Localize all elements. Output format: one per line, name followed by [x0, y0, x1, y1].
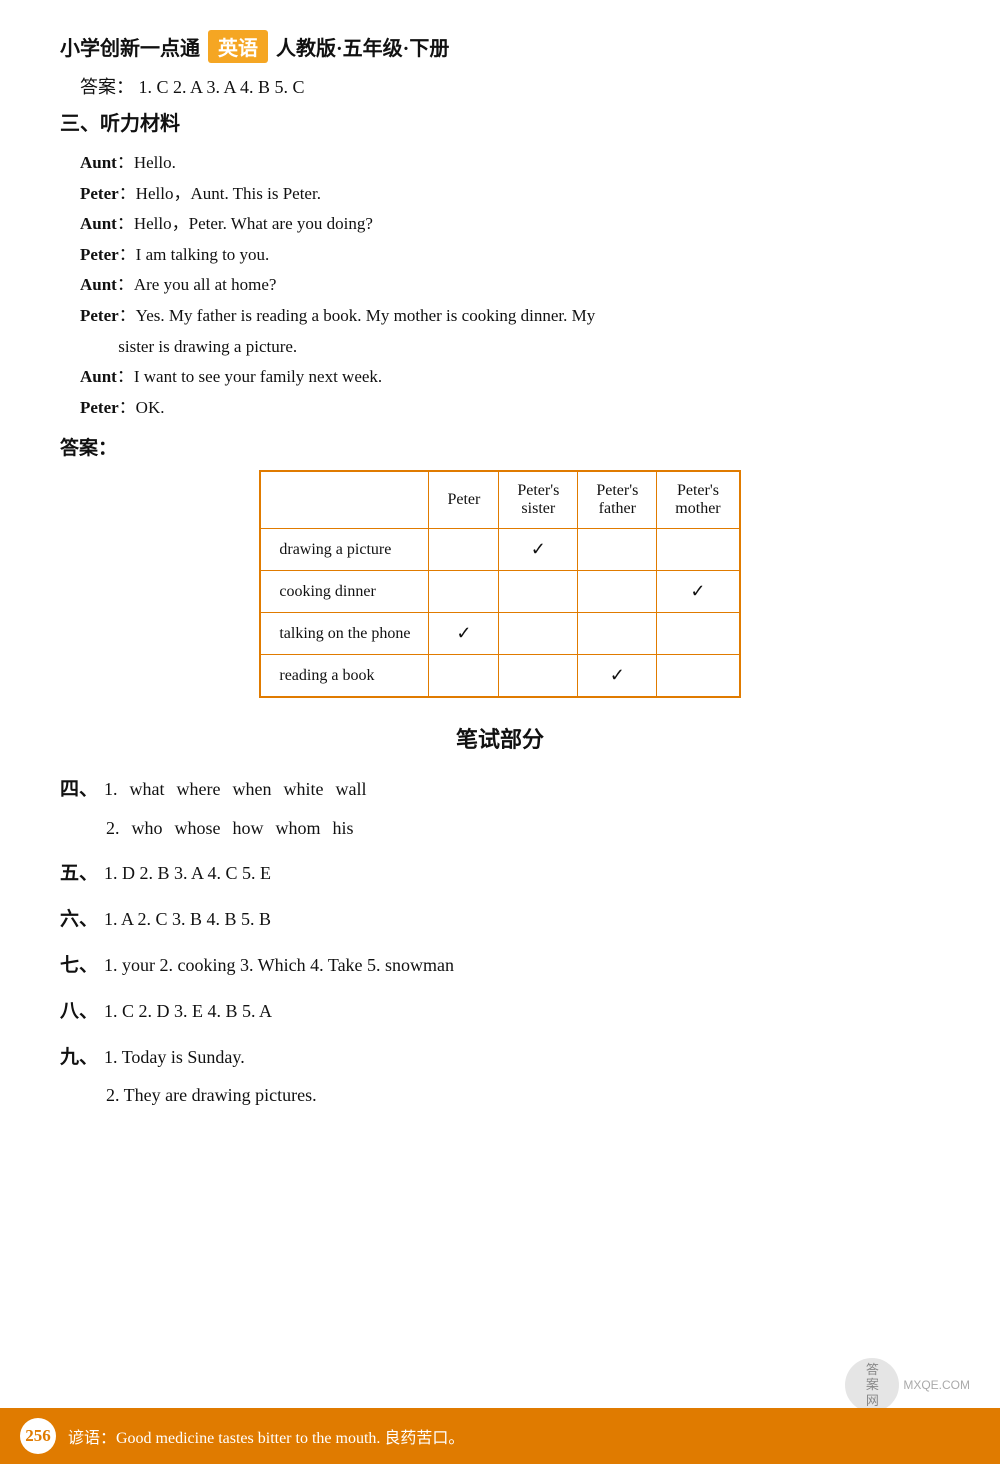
section-nine-line1: 九、 1. Today is Sunday.	[60, 1038, 940, 1078]
section-four: 四、 1. what where when white wall 2. who …	[60, 770, 940, 848]
dialogue-line-8: Peter：OK.	[80, 393, 940, 424]
answer-top-content: 1. C 2. A 3. A 4. B 5. C	[139, 77, 305, 97]
section-four-line2-num: 2.	[106, 810, 120, 848]
cell-cooking-mother: ✓	[657, 571, 740, 613]
section-nine-line2-content: 2. They are drawing pictures.	[106, 1077, 317, 1115]
table-wrapper: Peter Peter'ssister Peter'sfather Peter'…	[60, 470, 940, 698]
section-seven-label: 七、	[60, 946, 98, 986]
table-row: drawing a picture ✓	[260, 529, 739, 571]
section-six: 六、 1. A 2. C 3. B 4. B 5. B	[60, 900, 940, 940]
edition-label: 人教版·五年级·下册	[276, 32, 449, 61]
answer-top: 答案： 1. C 2. A 3. A 4. B 5. C	[80, 73, 940, 99]
word-wall: wall	[336, 771, 367, 809]
cell-cooking-sister	[499, 571, 578, 613]
section-five-content: 1. D 2. B 3. A 4. C 5. E	[104, 855, 271, 893]
cell-drawing-mother	[657, 529, 740, 571]
bottom-bar: 256 谚语：Good medicine tastes bitter to th…	[0, 1408, 1000, 1464]
cell-reading-father: ✓	[578, 655, 657, 698]
answer-label: 答案：	[60, 433, 940, 460]
word-white: white	[284, 771, 324, 809]
section-five: 五、 1. D 2. B 3. A 4. C 5. E	[60, 854, 940, 894]
word-what: what	[130, 771, 165, 809]
word-whose: whose	[175, 810, 221, 848]
section-six-label: 六、	[60, 900, 98, 940]
section-three-title: 三、听力材料	[60, 107, 940, 136]
section-nine-line2: 2. They are drawing pictures.	[100, 1077, 940, 1115]
dialogue-line-4: Peter：I am talking to you.	[80, 240, 940, 271]
col-father: Peter'sfather	[578, 471, 657, 529]
table-row: reading a book ✓	[260, 655, 739, 698]
word-where: where	[177, 771, 221, 809]
section-eight-content: 1. C 2. D 3. E 4. B 5. A	[104, 993, 272, 1031]
section-nine-line1-content: 1. Today is Sunday.	[104, 1039, 245, 1077]
col-activity	[260, 471, 429, 529]
table-row: talking on the phone ✓	[260, 613, 739, 655]
cell-talking-peter: ✓	[429, 613, 499, 655]
mxqe-text: MXQE.COM	[903, 1378, 970, 1392]
section-six-line: 六、 1. A 2. C 3. B 4. B 5. B	[60, 900, 940, 940]
word-his: his	[333, 810, 354, 848]
section-seven: 七、 1. your 2. cooking 3. Which 4. Take 5…	[60, 946, 940, 986]
section-six-content: 1. A 2. C 3. B 4. B 5. B	[104, 901, 271, 939]
section-eight-line: 八、 1. C 2. D 3. E 4. B 5. A	[60, 992, 940, 1032]
answer-stamp: 答案网	[845, 1358, 899, 1412]
written-section-title: 笔试部分	[60, 722, 940, 754]
activity-cooking: cooking dinner	[260, 571, 429, 613]
section-seven-content: 1. your 2. cooking 3. Which 4. Take 5. s…	[104, 947, 454, 985]
section-five-label: 五、	[60, 854, 98, 894]
dialogue-line-1: Aunt：Hello.	[80, 148, 940, 179]
cell-drawing-sister: ✓	[499, 529, 578, 571]
cell-cooking-father	[578, 571, 657, 613]
word-how: how	[233, 810, 264, 848]
section-four-line1-num: 1.	[104, 771, 118, 809]
header: 小学创新一点通 英语 人教版·五年级·下册	[60, 30, 940, 63]
section-nine: 九、 1. Today is Sunday. 2. They are drawi…	[60, 1038, 940, 1116]
section-four-label: 四、	[60, 770, 98, 810]
dialogue-line-5: Aunt：Are you all at home?	[80, 270, 940, 301]
cell-reading-mother	[657, 655, 740, 698]
word-who: who	[132, 810, 163, 848]
brand-title: 小学创新一点通	[60, 32, 200, 61]
section-four-line1: 四、 1. what where when white wall	[60, 770, 940, 810]
proverb-en: 谚语：Good medicine tastes bitter to the mo…	[68, 1430, 380, 1447]
cell-cooking-peter	[429, 571, 499, 613]
activity-talking: talking on the phone	[260, 613, 429, 655]
dialogue-block: Aunt：Hello. Peter：Hello，Aunt. This is Pe…	[80, 148, 940, 423]
page-number: 256	[20, 1418, 56, 1454]
section-four-line2: 2. who whose how whom his	[100, 810, 940, 848]
col-mother: Peter'smother	[657, 471, 740, 529]
answer-top-label: 答案：	[80, 77, 134, 97]
word-whom: whom	[276, 810, 321, 848]
word-when: when	[233, 771, 272, 809]
proverb-zh: 良药苦口。	[384, 1430, 464, 1447]
cell-talking-sister	[499, 613, 578, 655]
table-header-row: Peter Peter'ssister Peter'sfather Peter'…	[260, 471, 739, 529]
cell-drawing-father	[578, 529, 657, 571]
subject-label: 英语	[208, 30, 268, 63]
col-peter: Peter	[429, 471, 499, 529]
cell-talking-mother	[657, 613, 740, 655]
section-seven-line: 七、 1. your 2. cooking 3. Which 4. Take 5…	[60, 946, 940, 986]
col-sister: Peter'ssister	[499, 471, 578, 529]
dialogue-line-6b: sister is drawing a picture.	[80, 332, 940, 363]
cell-talking-father	[578, 613, 657, 655]
answer-table: Peter Peter'ssister Peter'sfather Peter'…	[259, 470, 740, 698]
dialogue-line-2: Peter：Hello，Aunt. This is Peter.	[80, 179, 940, 210]
watermark-area: 答案网 MXQE.COM	[845, 1358, 970, 1412]
section-five-line: 五、 1. D 2. B 3. A 4. C 5. E	[60, 854, 940, 894]
cell-reading-sister	[499, 655, 578, 698]
proverb-text: 谚语：Good medicine tastes bitter to the mo…	[68, 1424, 464, 1448]
cell-reading-peter	[429, 655, 499, 698]
dialogue-line-6: Peter：Yes. My father is reading a book. …	[80, 301, 940, 332]
section-nine-label: 九、	[60, 1038, 98, 1078]
dialogue-line-3: Aunt：Hello，Peter. What are you doing?	[80, 209, 940, 240]
table-row: cooking dinner ✓	[260, 571, 739, 613]
cell-drawing-peter	[429, 529, 499, 571]
dialogue-line-7: Aunt：I want to see your family next week…	[80, 362, 940, 393]
activity-reading: reading a book	[260, 655, 429, 698]
section-eight-label: 八、	[60, 992, 98, 1032]
section-eight: 八、 1. C 2. D 3. E 4. B 5. A	[60, 992, 940, 1032]
page: 小学创新一点通 英语 人教版·五年级·下册 答案： 1. C 2. A 3. A…	[0, 0, 1000, 1464]
activity-drawing: drawing a picture	[260, 529, 429, 571]
